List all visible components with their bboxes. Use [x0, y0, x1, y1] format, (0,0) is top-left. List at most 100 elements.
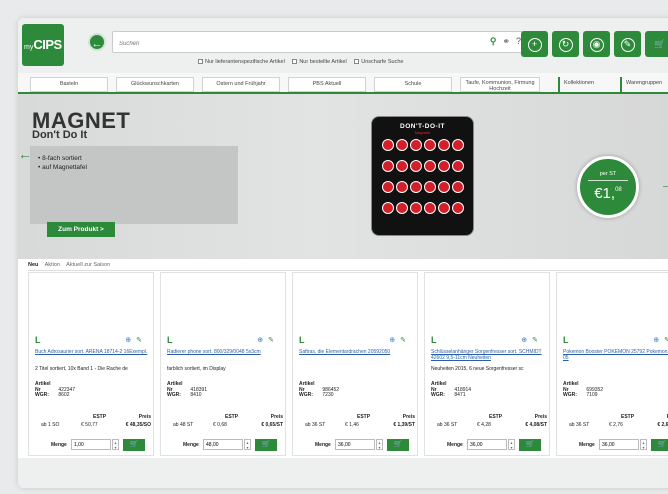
cart-icon: 🛒 [129, 441, 139, 448]
quantity-input[interactable] [335, 439, 375, 450]
quantity-label: Menge [51, 442, 67, 448]
tab-aktion[interactable]: Aktion [45, 262, 60, 268]
quantity-input[interactable] [467, 439, 507, 450]
availability-label: L [563, 335, 569, 345]
tab-neu[interactable]: Neu [28, 262, 38, 268]
globe-icon[interactable]: ⊕ [257, 337, 268, 344]
quantity-row: Menge ▴▾ 🛒 [431, 439, 547, 451]
product-group: WGR: 8602 [35, 392, 70, 398]
product-name-link[interactable]: Saftras, die Elementardrachen 20592050 [299, 349, 415, 355]
quantity-row: Menge ▴▾ 🛒 [299, 439, 415, 451]
product-image[interactable] [166, 277, 281, 332]
product-card[interactable]: L ⊕✎ Radierer phone sort. 800/329/0048 5… [160, 272, 286, 456]
cart-icon: 🛒 [261, 441, 271, 448]
carousel-next-icon[interactable]: → [660, 176, 668, 192]
quantity-input[interactable] [599, 439, 639, 450]
add-to-cart-button[interactable]: 🛒 [123, 439, 145, 451]
globe-icon[interactable]: ⊕ [521, 337, 532, 344]
pencil-icon: ✎ [620, 38, 635, 52]
add-to-cart-button[interactable]: 🛒 [519, 439, 541, 451]
to-product-button[interactable]: Zum Produkt > [47, 222, 115, 237]
quantity-input[interactable] [203, 439, 243, 450]
checkbox-icon[interactable] [354, 59, 360, 64]
search-icon[interactable]: ⚲ [490, 36, 503, 46]
quantity-stepper[interactable]: ▴ ▾ [640, 439, 647, 450]
globe-icon[interactable]: ⊕ [653, 337, 664, 344]
product-description: 2 Titel sortiert, 10x Band 1 - Die Rache… [35, 366, 128, 372]
globe-icon[interactable]: ⊕ [125, 337, 136, 344]
search-input[interactable] [113, 34, 433, 54]
edit-icon[interactable]: ✎ [400, 337, 411, 344]
add-to-cart-button[interactable]: 🛒 [387, 439, 409, 451]
edit-icon[interactable]: ✎ [532, 337, 543, 344]
availability-label: L [299, 335, 305, 345]
category-glueckwunschkarten[interactable]: Glückwunschkarten [116, 77, 194, 92]
product-image[interactable] [298, 277, 413, 332]
product-card[interactable]: L ⊕✎ Pokemon Booster POKEMON 25792 Pokem… [556, 272, 668, 456]
filter-fuzzy[interactable]: Unscharfe Suche [354, 59, 403, 65]
availability-label: L [35, 335, 41, 345]
category-ostern[interactable]: Ostern und Frühjahr [202, 77, 280, 92]
cart-icon: 🛒 [525, 441, 535, 448]
globe-icon[interactable]: ⊕ [389, 337, 400, 344]
add-button[interactable]: + [521, 31, 548, 57]
product-card[interactable]: L ⊕✎ Buch Adrosaurier sort. ARENA 18714-… [28, 272, 154, 456]
quantity-stepper[interactable]: ▴ ▾ [508, 439, 515, 450]
product-name-link[interactable]: Schlüsselanhänger Sorgenfresser sort. SC… [431, 349, 547, 361]
hero-bullet: • auf Magnettafel [38, 164, 87, 171]
cart-icon: 🛒 [654, 39, 666, 49]
category-schule[interactable]: Schule [374, 77, 452, 92]
quantity-stepper[interactable]: ▴ ▾ [244, 439, 251, 450]
checkbox-icon[interactable] [292, 59, 298, 64]
filter-supplier[interactable]: Nur lieferantenspezifische Artikel [198, 59, 285, 65]
product-name-link[interactable]: Buch Adrosaurier sort. ARENA 18714-2 16E… [35, 349, 151, 355]
eye-icon: ◉ [589, 38, 604, 52]
product-card[interactable]: L ⊕✎ Saftras, die Elementardrachen 20592… [292, 272, 418, 456]
hero-info-box: • 8-fach sortiert • auf Magnettafel [30, 146, 238, 224]
add-to-cart-button[interactable]: 🛒 [651, 439, 668, 451]
filter-ordered[interactable]: Nur bestellte Artikel [292, 59, 347, 65]
quantity-row: Menge ▴▾ 🛒 [563, 439, 668, 451]
edit-icon[interactable]: ✎ [664, 337, 668, 344]
availability-label: L [167, 335, 173, 345]
category-nav: Basteln Glückwunschkarten Ostern und Frü… [18, 73, 668, 94]
quantity-stepper[interactable]: ▴ ▾ [376, 439, 383, 450]
product-image[interactable] [430, 277, 545, 332]
price-badge: per ST €1,08 [577, 156, 639, 218]
favorites-button[interactable]: ↻ [552, 31, 579, 57]
back-arrow-icon[interactable]: ← [88, 33, 106, 51]
cart-icon: 🛒 [393, 441, 403, 448]
category-taufe[interactable]: Taufe, Kommunion, Firmung Hochzeit [460, 77, 540, 92]
quantity-stepper[interactable]: ▴ ▾ [112, 439, 119, 450]
view-button[interactable]: ◉ [583, 31, 610, 57]
quantity-input[interactable] [71, 439, 111, 450]
category-basteln[interactable]: Basteln [30, 77, 108, 92]
product-card[interactable]: L ⊕✎ Schlüsselanhänger Sorgenfresser sor… [424, 272, 550, 456]
checkbox-icon[interactable] [198, 59, 203, 64]
edit-icon[interactable]: ✎ [268, 337, 279, 344]
product-name-link[interactable]: Radierer phone sort. 800/329/0048 5x3cm [167, 349, 283, 355]
tab-divider [28, 270, 668, 271]
plus-icon: + [527, 38, 542, 52]
edit-icon[interactable]: ✎ [136, 337, 147, 344]
nav-warengruppen[interactable]: Warengruppen [620, 77, 668, 92]
product-image[interactable] [34, 277, 149, 332]
top-bar: myCIPS ← ⚲⚭? Nur lieferantenspezifische … [18, 18, 668, 73]
quantity-label: Menge [315, 442, 331, 448]
product-group: WGR: 8471 [431, 392, 466, 398]
hero-bullet: • 8-fach sortiert [38, 155, 82, 162]
product-image[interactable] [562, 277, 668, 332]
mycips-logo[interactable]: myCIPS [22, 24, 64, 66]
nav-kollektionen[interactable]: Kollektionen [558, 77, 614, 92]
cart-button[interactable]: 🛒 [645, 31, 668, 57]
product-sublabel: Magnete [414, 130, 431, 135]
carousel-prev-icon[interactable]: ← [18, 146, 32, 162]
product-name-link[interactable]: Pokemon Booster POKEMON 25792 Pokemon XY… [563, 349, 668, 361]
category-pbs-aktuell[interactable]: PBS Aktuell [288, 77, 366, 92]
add-to-cart-button[interactable]: 🛒 [255, 439, 277, 451]
edit-button[interactable]: ✎ [614, 31, 641, 57]
card-actions: ⊕✎ [257, 336, 279, 344]
binoculars-icon[interactable]: ⚭ [502, 36, 516, 46]
card-actions: ⊕✎ [653, 336, 668, 344]
tab-saison[interactable]: Aktuell zur Saison [66, 262, 110, 268]
